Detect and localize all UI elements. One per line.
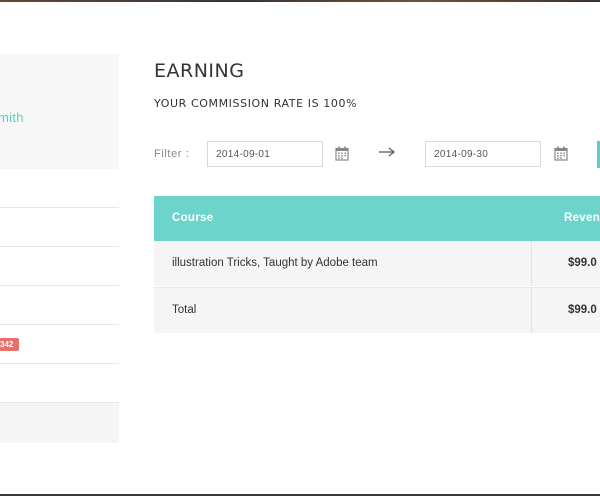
sidebar-item-1[interactable] [0,169,119,208]
filter-label: Filter : [154,148,190,160]
course-cell: illustration Tricks, Taught by Adobe tea… [172,257,378,269]
total-revenue-cell: $99.0 [568,304,597,316]
table-header: Course Reven [154,196,600,241]
calendar-icon[interactable] [554,146,568,161]
column-header-course[interactable]: Course [172,196,213,241]
sidebar-item-7[interactable] [0,403,119,443]
column-header-revenue[interactable]: Reven [564,196,600,241]
sidebar-item-6[interactable] [0,364,119,403]
sidebar: mith 342 [0,54,119,443]
end-date-input[interactable]: 2014-09-30 [425,141,541,167]
top-banner-strip [0,0,600,2]
total-label-cell: Total [172,304,197,316]
sidebar-item-3[interactable] [0,247,119,286]
column-divider [531,241,532,286]
start-date-input[interactable]: 2014-09-01 [207,141,323,167]
sidebar-item-2[interactable] [0,208,119,247]
table-row-total: Total $99.0 [154,287,600,333]
profile-card: mith [0,54,119,170]
calendar-icon[interactable] [335,146,349,161]
bottom-border [0,494,600,496]
notification-badge: 342 [0,338,20,351]
column-divider [531,288,532,333]
arrow-right-icon [379,147,396,157]
commission-rate-text: YOUR COMMISSION RATE IS 100% [154,97,358,110]
table-row: illustration Tricks, Taught by Adobe tea… [154,241,600,286]
user-name[interactable]: mith [0,110,24,125]
page-title: EARNING [154,60,245,82]
revenue-cell: $99.0 [568,257,597,269]
sidebar-item-4[interactable] [0,286,119,325]
sidebar-item-5[interactable]: 342 [0,325,119,364]
